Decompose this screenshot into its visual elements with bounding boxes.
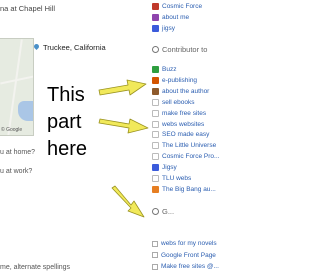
site-icon (152, 3, 159, 10)
annotation-line: here (47, 138, 88, 160)
star-icon (152, 25, 159, 32)
contributor-item[interactable]: make free sites (152, 109, 206, 118)
contributor-label: make free sites (162, 109, 207, 117)
globe-icon (152, 207, 159, 215)
site-icon (152, 87, 159, 95)
site-icon (152, 164, 159, 172)
contributor-item[interactable]: TLU webs (152, 174, 191, 183)
contributor-item[interactable]: Buzz (152, 65, 176, 74)
contributor-item[interactable]: about the author (152, 87, 209, 96)
contributor-label: The Little Universe (162, 142, 217, 150)
map-credit: © Google (1, 127, 23, 133)
site-icon (152, 98, 159, 106)
contributor-item[interactable]: The Little Universe (152, 141, 216, 150)
contributor-label: The Big Bang au... (162, 185, 216, 193)
contributor-item[interactable]: sell ebooks (152, 98, 195, 107)
contributor-label: about the author (162, 87, 210, 95)
arrow-3 (111, 185, 145, 218)
contributor-item[interactable]: webs websites (152, 120, 204, 129)
globe-icon (152, 45, 159, 53)
link-item[interactable]: webs for my novels (152, 239, 217, 248)
contributor-label: Buzz (162, 66, 177, 73)
link-label: Make free sites @... (161, 263, 219, 270)
annotation-text: This part here (47, 82, 113, 163)
contributor-label: TLU webs (162, 175, 192, 182)
names-hint: me, alternate spellings (0, 264, 71, 271)
site-icon (152, 66, 159, 73)
sidebar-item-cosmic-force[interactable]: Cosmic Force (152, 2, 202, 11)
contributor-label: Jigsy (162, 164, 177, 172)
question-home: u at home? (0, 149, 36, 156)
contributor-item[interactable]: Cosmic Force Pro... (152, 152, 219, 161)
site-icon (152, 109, 159, 117)
contributor-label: webs websites (162, 120, 205, 128)
location-map[interactable]: © Google (0, 38, 34, 136)
place-name: Truckee, California (43, 43, 106, 52)
site-icon (152, 185, 159, 193)
link-label: Google Front Page (161, 251, 216, 259)
link-item[interactable]: Make free sites @... (152, 262, 219, 271)
contributor-label: sell ebooks (162, 98, 195, 106)
link-label: webs for my novels (161, 240, 217, 247)
map-place-label: Truckee, California (32, 42, 106, 52)
map-road (7, 39, 23, 135)
sidebar-item-about-me[interactable]: about me (152, 13, 189, 22)
annotation-line: part (47, 111, 82, 133)
link-item[interactable]: Google Front Page (152, 251, 216, 260)
annotation-arrows (98, 79, 149, 218)
contributor-item[interactable]: e-publishing (152, 76, 197, 85)
contributor-item[interactable]: SEO made easy (152, 130, 209, 139)
site-icon (152, 142, 159, 150)
site-icon (152, 175, 159, 182)
contributor-label: e-publishing (162, 76, 198, 84)
contributor-heading: Contributor to (152, 44, 207, 54)
checkbox-icon[interactable] (152, 240, 158, 247)
contributor-item[interactable]: Jigsy (152, 163, 177, 172)
site-icon (152, 131, 159, 139)
annotation-line: This (47, 84, 85, 106)
question-work: u at work? (0, 168, 33, 175)
map-pin-icon (32, 42, 41, 51)
map-water (18, 101, 33, 121)
contributor-label: Cosmic Force Pro... (162, 153, 220, 161)
contributor-item[interactable]: The Big Bang au... (152, 185, 216, 194)
profile-location-text: na at Chapel Hill (0, 4, 56, 13)
links-heading: G... (152, 206, 174, 216)
sidebar-item-jigsy[interactable]: jigsy (152, 24, 175, 33)
site-icon (152, 153, 159, 161)
site-icon (152, 76, 159, 84)
checkbox-icon[interactable] (152, 263, 158, 270)
site-icon (152, 120, 159, 128)
checkbox-icon[interactable] (152, 252, 158, 258)
site-icon (152, 14, 159, 21)
contributor-label: SEO made easy (162, 131, 210, 139)
